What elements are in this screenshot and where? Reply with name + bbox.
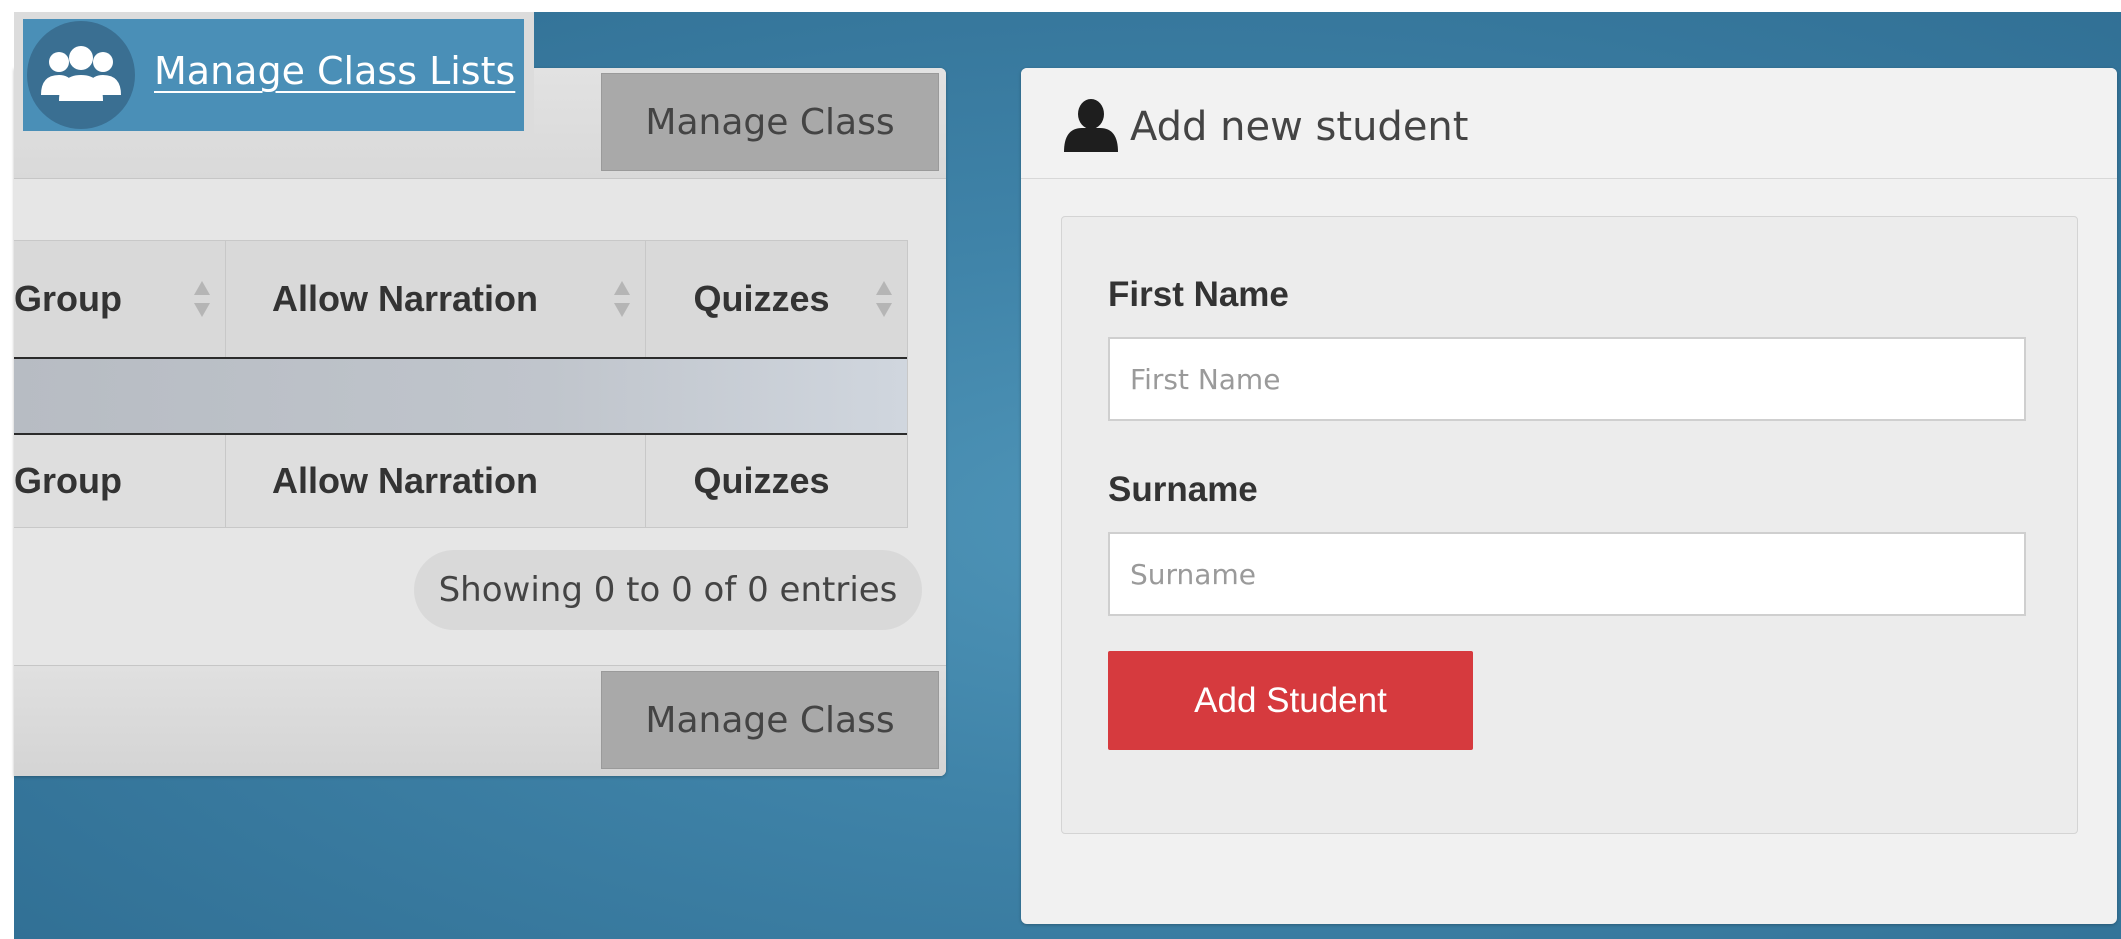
column-footer-group: Group [14,460,122,501]
users-group-icon-svg [41,46,121,101]
column-footer-quizzes: Quizzes [645,435,907,527]
add-student-panel: Add new student First Name Surname Add S… [1021,68,2117,924]
panel-title: Add new student [1130,104,1469,150]
column-header-quizzes[interactable]: Quizzes [645,241,907,357]
manage-class-lists-link[interactable]: Manage Class Lists [154,49,515,93]
users-group-icon [27,21,135,129]
table-footer-row: Group Allow Narration Quizzes [14,435,907,528]
user-icon [1064,99,1118,152]
surname-label: Surname [1108,470,1258,509]
table-header-row: Group Allow Narration Quizzes [14,240,907,359]
column-header-label: Group [14,278,122,319]
table-empty-row [14,359,907,435]
first-name-label: First Name [1108,275,1289,314]
class-list-panel-footer: Manage Class [14,665,946,776]
sort-icon[interactable] [193,281,211,317]
manage-class-lists-badge-frame: Manage Class Lists [14,12,534,140]
sort-icon[interactable] [875,281,893,317]
column-header-label: Quizzes [693,278,830,319]
column-header-allow-narration[interactable]: Allow Narration [225,241,645,357]
column-footer-allow-narration: Allow Narration [225,435,645,527]
class-list-table: Group Allow Narration Quizzes Group Allo… [14,240,908,528]
add-student-form: First Name Surname Add Student [1061,216,2078,834]
add-student-panel-header: Add new student [1021,68,2117,179]
manage-class-button-bottom[interactable]: Manage Class [601,671,939,769]
column-header-label: Allow Narration [272,278,539,319]
surname-input[interactable] [1108,532,2026,616]
table-info-text: Showing 0 to 0 of 0 entries [414,550,922,630]
manage-class-lists-badge[interactable]: Manage Class Lists [23,19,524,131]
class-list-panel: Manage Class Group Allow Narration Quizz… [14,68,946,776]
column-header-group[interactable]: Group [14,241,225,357]
add-student-button[interactable]: Add Student [1108,651,1473,750]
manage-class-button-top[interactable]: Manage Class [601,73,939,171]
sort-icon[interactable] [613,281,631,317]
first-name-input[interactable] [1108,337,2026,421]
